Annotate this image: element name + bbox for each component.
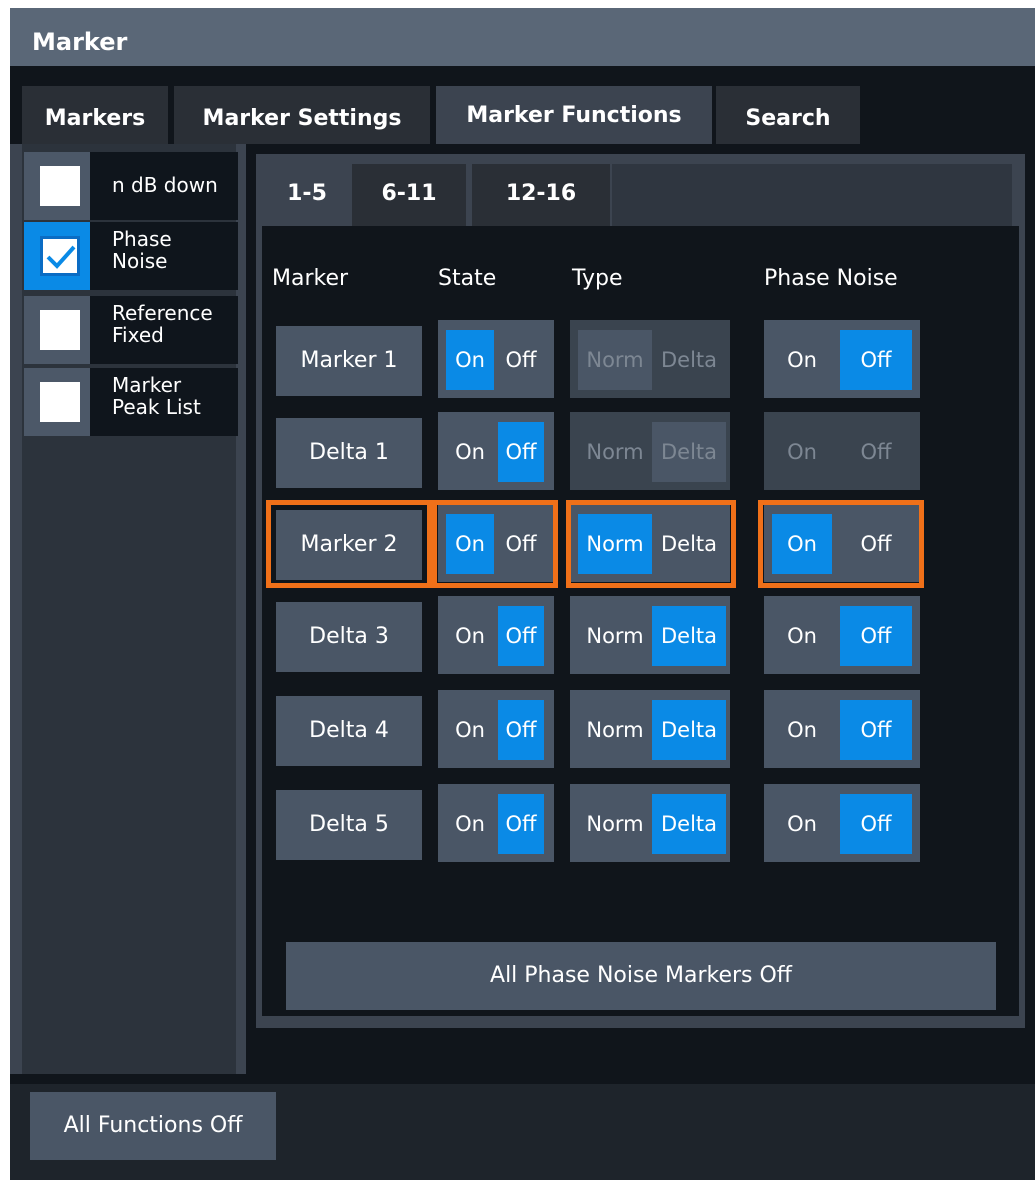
column-marker: Marker bbox=[272, 266, 349, 291]
dialog-title: Marker bbox=[32, 28, 128, 56]
state-toggle[interactable]: On Off bbox=[438, 320, 554, 398]
function-n-db-down[interactable]: n dB down bbox=[24, 152, 238, 220]
phase-noise-toggle[interactable]: On Off bbox=[764, 690, 920, 768]
all-functions-off-button[interactable]: All Functions Off bbox=[30, 1092, 276, 1160]
phase-noise-toggle[interactable]: On Off bbox=[764, 504, 920, 582]
type-toggle[interactable]: Norm Delta bbox=[570, 596, 730, 674]
tab-search[interactable]: Search bbox=[716, 86, 860, 152]
marker-button[interactable]: Marker 2 bbox=[276, 510, 422, 580]
tab-1-5[interactable]: 1-5 bbox=[268, 164, 346, 226]
checkbox[interactable] bbox=[40, 382, 80, 422]
state-toggle[interactable]: On Off bbox=[438, 596, 554, 674]
marker-button[interactable]: Delta 4 bbox=[276, 696, 422, 766]
checkbox[interactable] bbox=[40, 310, 80, 350]
marker-button[interactable]: Marker 1 bbox=[276, 326, 422, 396]
tab-12-16[interactable]: 12-16 bbox=[472, 164, 610, 226]
tab-marker-settings[interactable]: Marker Settings bbox=[174, 86, 430, 152]
function-label: Phase Noise bbox=[112, 228, 172, 272]
function-reference-fixed[interactable]: Reference Fixed bbox=[24, 296, 238, 364]
function-phase-noise[interactable]: Phase Noise bbox=[24, 222, 238, 290]
column-state: State bbox=[438, 266, 497, 291]
state-toggle[interactable]: On Off bbox=[438, 504, 554, 582]
phase-noise-toggle[interactable]: On Off bbox=[764, 320, 920, 398]
type-toggle[interactable]: Norm Delta bbox=[570, 504, 730, 582]
column-type: Type bbox=[572, 266, 623, 291]
function-label: Marker Peak List bbox=[112, 374, 201, 418]
phase-noise-toggle[interactable]: On Off bbox=[764, 784, 920, 862]
tab-6-11[interactable]: 6-11 bbox=[352, 164, 466, 226]
function-label: n dB down bbox=[112, 174, 218, 196]
checkbox[interactable] bbox=[40, 166, 80, 206]
column-phase-noise: Phase Noise bbox=[764, 266, 898, 291]
checkmark-icon bbox=[46, 245, 76, 269]
type-toggle[interactable]: Norm Delta bbox=[570, 784, 730, 862]
function-marker-peak-list[interactable]: Marker Peak List bbox=[24, 368, 238, 436]
tab-marker-functions[interactable]: Marker Functions bbox=[436, 86, 712, 152]
marker-button[interactable]: Delta 1 bbox=[276, 418, 422, 488]
all-phase-noise-markers-off-button[interactable]: All Phase Noise Markers Off bbox=[286, 942, 996, 1010]
phase-noise-toggle[interactable]: On Off bbox=[764, 596, 920, 674]
type-toggle: Norm Delta bbox=[570, 412, 730, 490]
title-bar: Marker bbox=[10, 8, 1035, 66]
checkbox-checked[interactable] bbox=[40, 236, 80, 276]
type-toggle[interactable]: Norm Delta bbox=[570, 690, 730, 768]
phase-noise-toggle: On Off bbox=[764, 412, 920, 490]
state-toggle[interactable]: On Off bbox=[438, 412, 554, 490]
state-toggle[interactable]: On Off bbox=[438, 690, 554, 768]
tab-markers[interactable]: Markers bbox=[22, 86, 168, 152]
function-label: Reference Fixed bbox=[112, 302, 213, 346]
marker-button[interactable]: Delta 5 bbox=[276, 790, 422, 860]
state-toggle[interactable]: On Off bbox=[438, 784, 554, 862]
marker-button[interactable]: Delta 3 bbox=[276, 602, 422, 672]
type-toggle: Norm Delta bbox=[570, 320, 730, 398]
